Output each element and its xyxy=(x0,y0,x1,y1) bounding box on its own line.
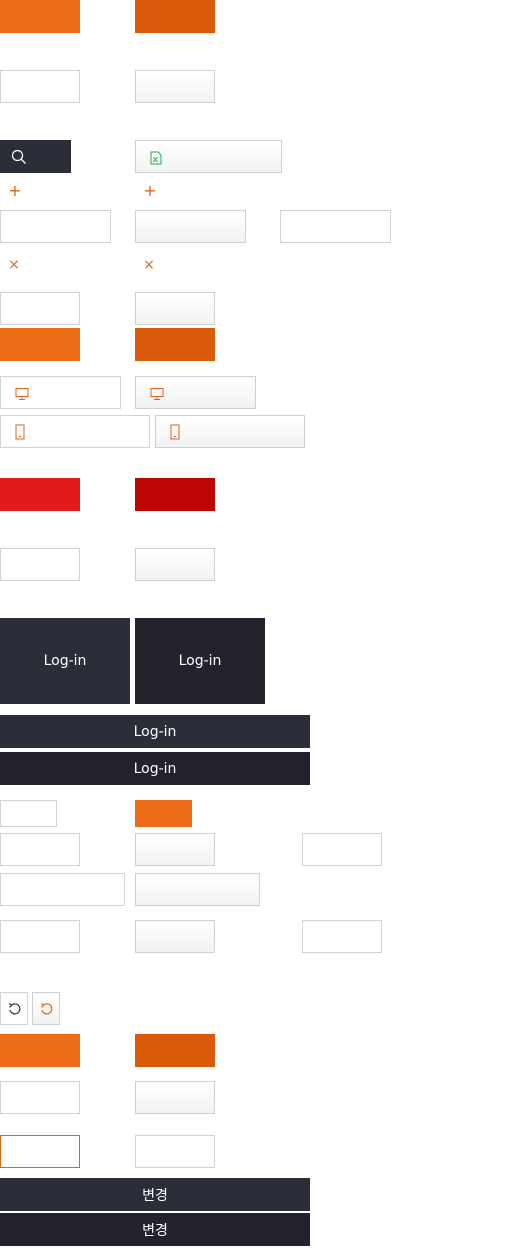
add-box-hover[interactable] xyxy=(135,210,246,243)
excel-download-button[interactable] xyxy=(135,140,282,173)
orange-button-normal[interactable] xyxy=(0,0,80,33)
change-label: 변경 xyxy=(142,1222,168,1239)
close-icon[interactable]: × xyxy=(7,258,21,272)
white-button-hover[interactable] xyxy=(135,292,215,325)
add-box-normal[interactable] xyxy=(0,210,111,243)
close-icon[interactable]: × xyxy=(142,258,156,272)
white-button-alt[interactable] xyxy=(302,920,382,953)
mobile-icon xyxy=(170,424,180,440)
white-button-normal[interactable] xyxy=(0,1081,80,1114)
login-label: Log-in xyxy=(133,760,177,777)
change-label: 변경 xyxy=(142,1187,168,1204)
white-button-hover[interactable] xyxy=(135,548,215,581)
white-button-hover[interactable] xyxy=(135,833,215,866)
white-button-normal[interactable] xyxy=(0,548,80,581)
refresh-icon xyxy=(7,1001,23,1017)
excel-file-icon xyxy=(150,150,162,165)
orange-button-hover[interactable] xyxy=(135,1034,215,1067)
add-box-alt[interactable] xyxy=(280,210,391,243)
change-button-hover[interactable]: 변경 xyxy=(0,1213,310,1246)
small-orange-button[interactable] xyxy=(135,800,192,827)
plus-icon[interactable]: + xyxy=(142,183,158,199)
outline-white-button[interactable] xyxy=(135,1135,215,1168)
refresh-button-hover[interactable] xyxy=(32,992,60,1025)
orange-button-normal[interactable] xyxy=(0,328,80,361)
white-button-alt[interactable] xyxy=(302,833,382,866)
login-label: Log-in xyxy=(178,653,222,669)
login-button-wide[interactable]: Log-in xyxy=(0,715,310,748)
change-button[interactable]: 변경 xyxy=(0,1178,310,1211)
white-button-normal[interactable] xyxy=(0,833,80,866)
login-button-large-hover[interactable]: Log-in xyxy=(135,618,265,704)
white-button-normal[interactable] xyxy=(0,70,80,103)
login-label: Log-in xyxy=(43,653,87,669)
pc-view-button-hover[interactable] xyxy=(135,376,256,409)
search-icon xyxy=(11,149,27,165)
monitor-icon xyxy=(15,386,29,400)
small-white-button[interactable] xyxy=(0,800,57,827)
white-button-hover[interactable] xyxy=(135,70,215,103)
plus-icon[interactable]: + xyxy=(7,183,23,199)
login-button-wide-hover[interactable]: Log-in xyxy=(0,752,310,785)
red-button-normal[interactable] xyxy=(0,478,80,511)
white-button-normal[interactable] xyxy=(0,292,80,325)
red-button-hover[interactable] xyxy=(135,478,215,511)
wide-white-button-hover[interactable] xyxy=(135,873,260,906)
pc-view-button[interactable] xyxy=(0,376,121,409)
wide-white-button[interactable] xyxy=(0,873,125,906)
refresh-button[interactable] xyxy=(0,992,28,1025)
monitor-icon xyxy=(150,386,164,400)
orange-button-hover[interactable] xyxy=(135,328,215,361)
orange-button-hover[interactable] xyxy=(135,0,215,33)
mobile-view-button[interactable] xyxy=(0,415,150,448)
mobile-icon xyxy=(15,424,25,440)
orange-button-normal[interactable] xyxy=(0,1034,80,1067)
white-button-hover[interactable] xyxy=(135,920,215,953)
mobile-view-button-hover[interactable] xyxy=(155,415,305,448)
white-button-hover[interactable] xyxy=(135,1081,215,1114)
outline-orange-button[interactable] xyxy=(0,1135,80,1168)
login-label: Log-in xyxy=(133,723,177,740)
white-button-normal[interactable] xyxy=(0,920,80,953)
refresh-icon xyxy=(39,1001,55,1017)
login-button-large[interactable]: Log-in xyxy=(0,618,130,704)
search-button[interactable] xyxy=(0,140,71,173)
